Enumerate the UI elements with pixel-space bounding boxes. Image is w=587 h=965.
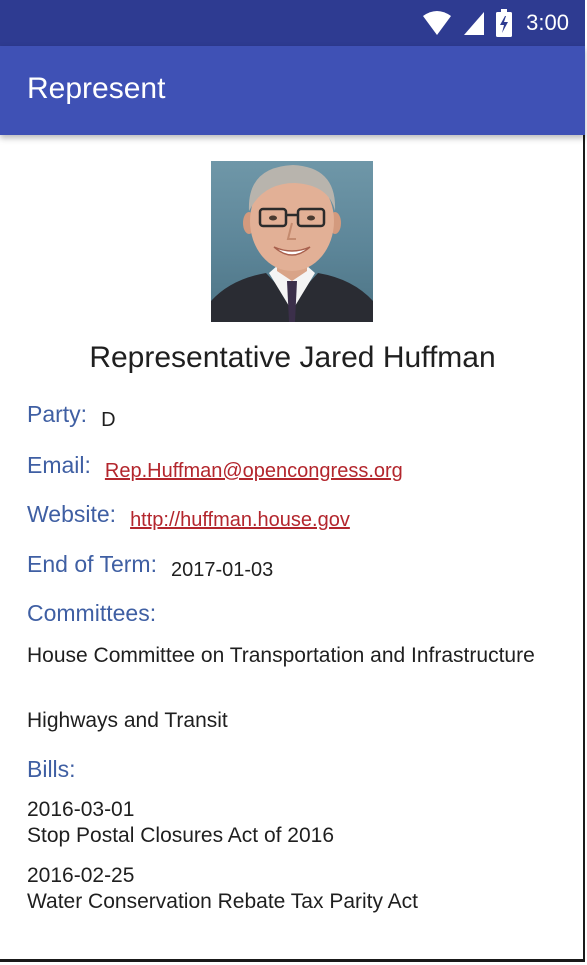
party-row: Party: D — [27, 401, 116, 431]
website-row: Website: http://huffman.house.gov — [27, 501, 350, 531]
bill-date: 2016-02-25 — [27, 864, 135, 887]
representative-name: Representative Jared Huffman — [89, 341, 496, 374]
committee-item: House Committee on Transportation and In… — [27, 644, 535, 667]
bill-title: Water Conservation Rebate Tax Parity Act — [27, 890, 419, 913]
bill-item: 2016-02-25 Water Conservation Rebate Tax… — [27, 863, 547, 915]
bills-heading-row: Bills: — [27, 756, 76, 783]
status-icons: 3:00 — [422, 9, 569, 37]
wifi-icon — [422, 10, 452, 36]
website-label: Website: — [27, 501, 117, 527]
device-screen: 3:00 Represent Representative Jared Huff… — [0, 0, 585, 962]
cell-signal-icon — [462, 10, 486, 36]
end-of-term-row: End of Term: 2017-01-03 — [27, 551, 273, 581]
status-clock: 3:00 — [526, 10, 569, 35]
battery-charging-icon — [496, 9, 513, 37]
bills-label: Bills: — [27, 756, 76, 782]
email-label: Email: — [27, 452, 91, 478]
status-bar: 3:00 — [0, 0, 585, 46]
end-of-term-value: 2017-01-03 — [170, 559, 274, 581]
committee-item: Highways and Transit — [27, 709, 228, 732]
bill-date: 2016-03-01 — [27, 798, 135, 821]
party-value: D — [101, 409, 116, 431]
bill-title: Stop Postal Closures Act of 2016 — [27, 824, 335, 847]
website-link[interactable]: http://huffman.house.gov — [130, 509, 350, 532]
app-bar: Represent — [0, 46, 585, 135]
email-link[interactable]: Rep.Huffman@opencongress.org — [105, 460, 403, 483]
end-of-term-label: End of Term: — [27, 551, 157, 577]
committees-label: Committees: — [27, 600, 157, 626]
email-row: Email: Rep.Huffman@opencongress.org — [27, 452, 403, 482]
bill-item: 2016-03-01 Stop Postal Closures Act of 2… — [27, 797, 547, 849]
app-title: Represent — [27, 72, 166, 105]
representative-photo — [211, 161, 373, 322]
committees-heading-row: Committees: — [27, 600, 156, 627]
party-label: Party: — [27, 401, 88, 427]
